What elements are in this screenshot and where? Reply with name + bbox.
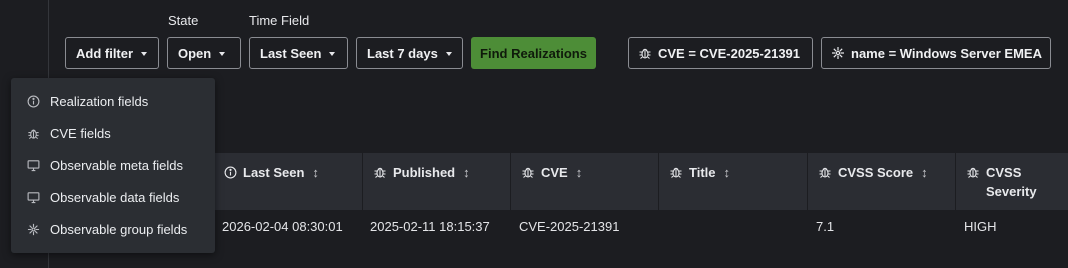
cell-cve: CVE-2025-21391 <box>519 219 620 234</box>
column-label: CVSS Score <box>838 165 914 180</box>
bug-icon <box>522 167 534 178</box>
menu-item-cve-fields[interactable]: CVE fields <box>11 117 215 149</box>
state-value: Open <box>178 45 212 61</box>
sort-icon[interactable]: ↕ <box>724 163 731 182</box>
menu-item-label: CVE fields <box>50 125 111 141</box>
chip-cve-text: CVE = CVE-2025-21391 <box>658 45 801 61</box>
column-label: Last Seen <box>243 165 305 180</box>
sort-icon[interactable]: ↕ <box>576 163 583 182</box>
column-header-cvss-score[interactable]: CVSS Score ↕ <box>807 153 956 210</box>
column-label: CVE <box>541 165 568 180</box>
menu-item-realization-fields[interactable]: Realization fields <box>11 85 215 117</box>
column-header-cve[interactable]: CVE ↕ <box>510 153 659 210</box>
column-label: Title <box>689 165 716 180</box>
sort-icon[interactable]: ↕ <box>312 163 319 182</box>
state-select[interactable]: Open <box>167 37 241 69</box>
menu-item-observable-group-fields[interactable]: Observable group fields <box>11 213 215 245</box>
cell-cvss-severity: HIGH <box>964 219 997 234</box>
menu-item-label: Observable data fields <box>50 189 180 205</box>
column-label: CVSS Severity <box>986 165 1037 199</box>
column-header-title[interactable]: Title ↕ <box>658 153 808 210</box>
sort-icon[interactable]: ↕ <box>463 163 470 182</box>
bug-icon <box>639 48 651 59</box>
add-filter-label: Add filter <box>76 45 134 61</box>
time-range-value: Last 7 days <box>367 45 438 61</box>
time-field-label: Time Field <box>249 13 310 28</box>
bug-icon <box>819 167 831 178</box>
column-label: Published <box>393 165 456 180</box>
realizations-page: State Time Field Add filter Open Last Se… <box>0 0 1068 268</box>
menu-item-label: Realization fields <box>50 93 149 109</box>
cell-published: 2025-02-11 18:15:37 <box>370 219 490 234</box>
add-filter-button[interactable]: Add filter <box>65 37 159 69</box>
find-realizations-button[interactable]: Find Realizations <box>471 37 596 69</box>
monitor-icon <box>27 159 40 171</box>
filter-chip-name[interactable]: name = Windows Server EMEA <box>821 37 1051 69</box>
group-icon <box>832 47 844 59</box>
cell-last-seen: 2026-02-04 08:30:01 <box>222 219 343 234</box>
bug-icon <box>28 129 39 139</box>
chip-name-text: name = Windows Server EMEA <box>851 45 1042 61</box>
menu-item-observable-meta-fields[interactable]: Observable meta fields <box>11 149 215 181</box>
chevron-down-icon <box>329 51 336 56</box>
info-icon <box>224 166 237 179</box>
column-header-last-seen[interactable]: Last Seen ↕ <box>213 153 363 210</box>
bug-icon <box>374 167 386 178</box>
time-field-value: Last Seen <box>260 45 322 61</box>
sort-icon[interactable]: ↕ <box>921 163 928 182</box>
menu-item-label: Observable group fields <box>50 221 188 237</box>
chevron-down-icon <box>141 51 148 56</box>
info-icon <box>27 95 40 107</box>
time-field-select[interactable]: Last Seen <box>249 37 348 69</box>
time-range-select[interactable]: Last 7 days <box>356 37 463 69</box>
column-header-cvss-severity[interactable]: CVSS Severity <box>955 153 1068 210</box>
state-label: State <box>168 13 199 28</box>
group-icon <box>27 223 40 235</box>
chevron-down-icon <box>219 51 226 56</box>
chevron-down-icon <box>445 51 452 56</box>
monitor-icon <box>27 191 40 203</box>
add-filter-menu: Realization fields CVE fields Observable… <box>11 78 215 253</box>
menu-item-label: Observable meta fields <box>50 157 183 173</box>
bug-icon <box>967 167 979 178</box>
filter-chip-cve[interactable]: CVE = CVE-2025-21391 <box>628 37 813 69</box>
bug-icon <box>670 167 682 178</box>
column-header-published[interactable]: Published ↕ <box>362 153 511 210</box>
menu-item-observable-data-fields[interactable]: Observable data fields <box>11 181 215 213</box>
cell-cvss-score: 7.1 <box>816 219 835 234</box>
